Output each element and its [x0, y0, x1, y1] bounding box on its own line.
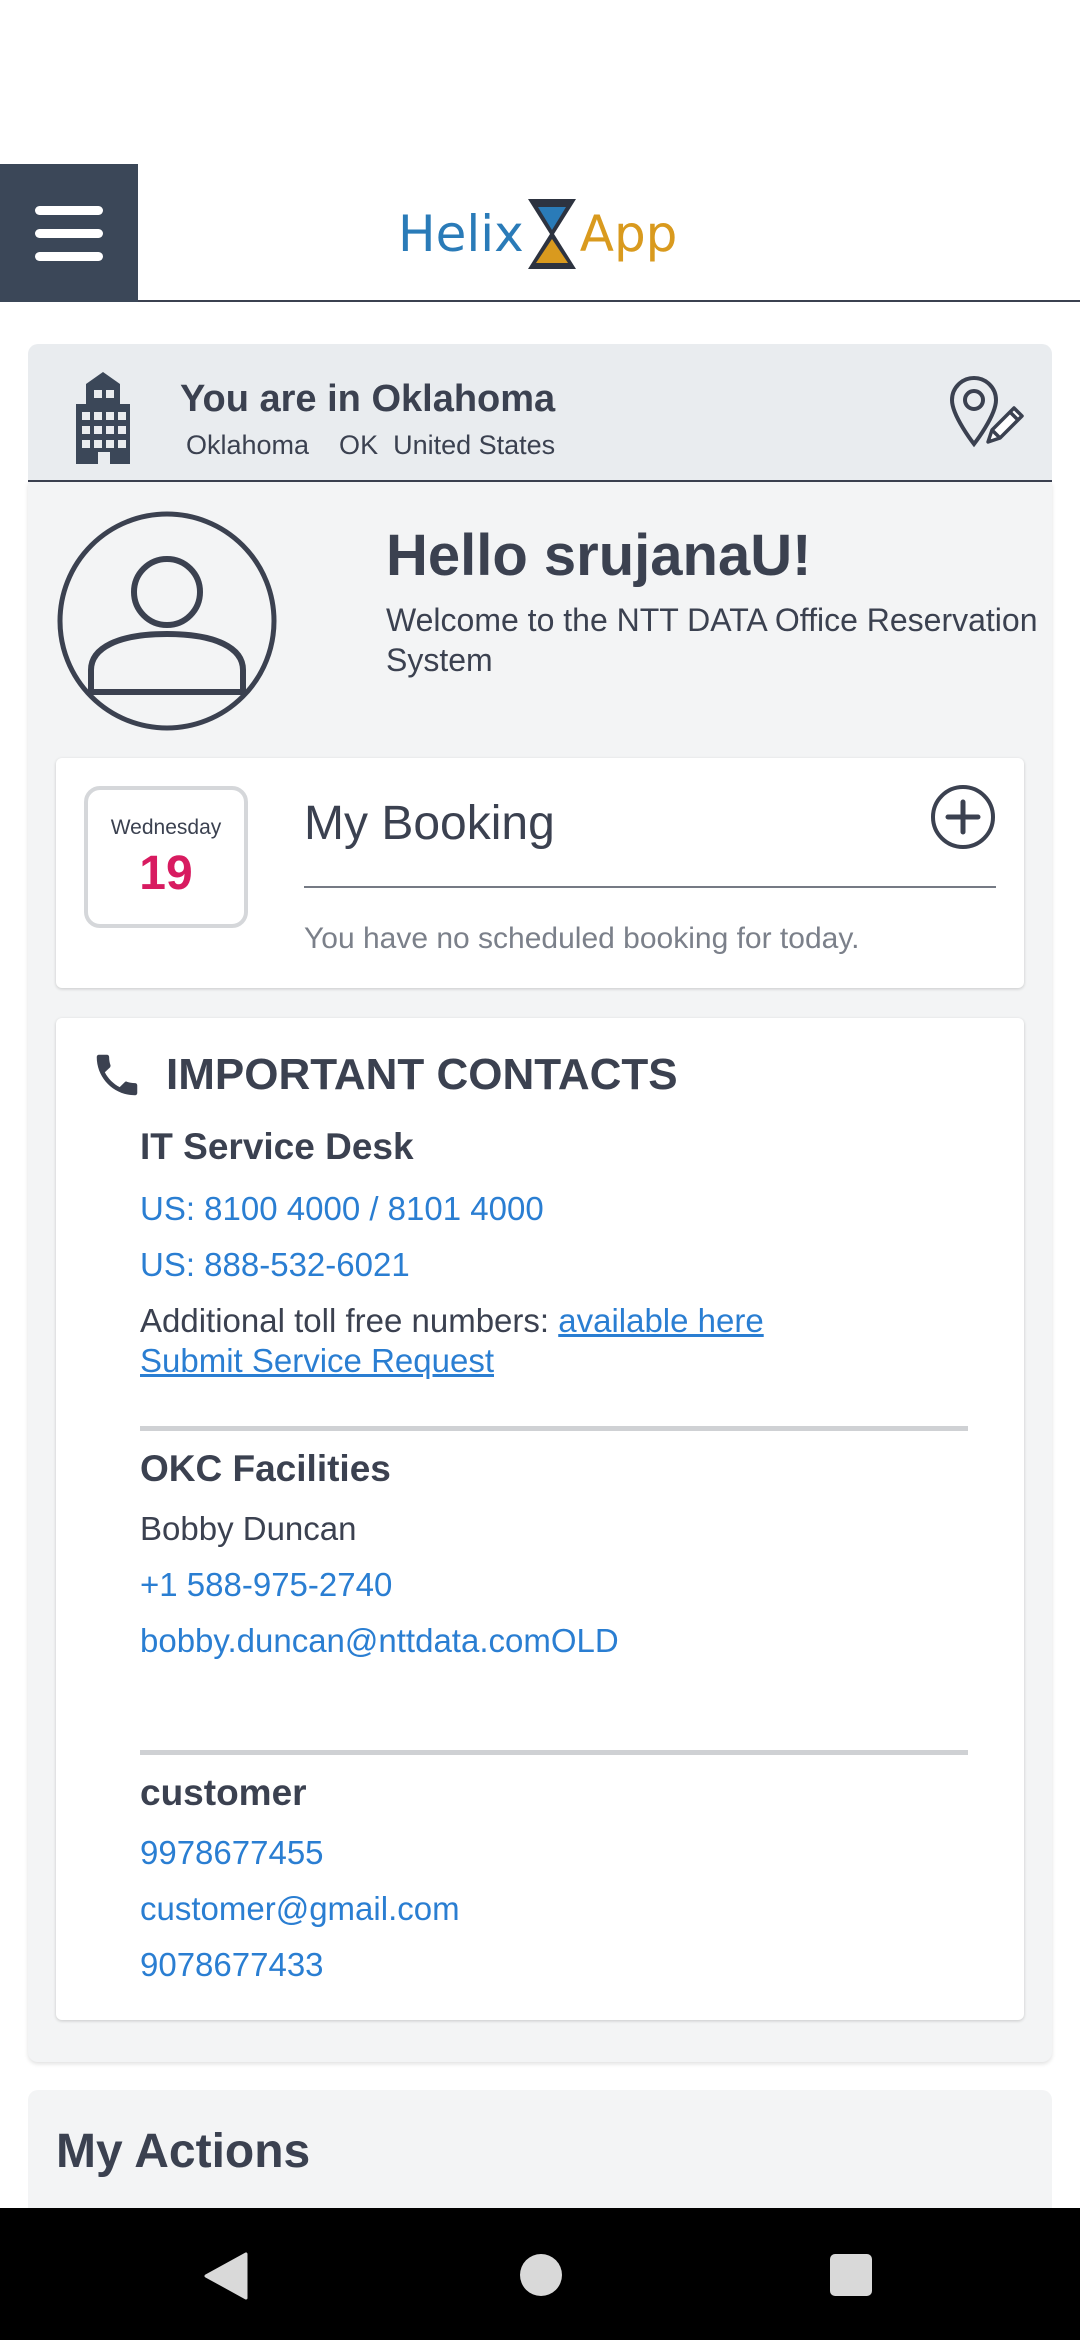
hamburger-menu-icon[interactable]: [0, 164, 138, 302]
it-service-desk-title: IT Service Desk: [140, 1126, 414, 1167]
location-edit-icon[interactable]: [948, 376, 1024, 448]
home-icon[interactable]: [520, 2254, 562, 2296]
important-contacts-card: IMPORTANT CONTACTS IT Service Desk US: 8…: [56, 1018, 1024, 2020]
section-divider: [140, 1750, 968, 1755]
my-actions-card: My Actions: [28, 2090, 1052, 2210]
welcome-message: Welcome to the NTT DATA Office Reservati…: [386, 602, 1038, 678]
customer-email-link[interactable]: customer@gmail.com: [140, 1890, 968, 1928]
menu-line: [35, 228, 103, 238]
section-divider: [140, 1426, 968, 1431]
add-booking-button[interactable]: [930, 784, 996, 850]
logo-helix-text: Helix: [398, 205, 524, 263]
location-bar: You are in Oklahoma Oklahoma OK United S…: [28, 344, 1052, 482]
it-phone-link-1[interactable]: US: 8100 4000 / 8101 4000: [140, 1190, 968, 1228]
menu-line: [35, 205, 103, 215]
customer-phone-link-1[interactable]: 9978677455: [140, 1834, 968, 1872]
location-title: You are in Oklahoma: [180, 378, 556, 420]
facilities-email-link[interactable]: bobby.duncan@nttdata.comOLD: [140, 1622, 968, 1660]
toll-free-label: Additional toll free numbers:: [140, 1302, 550, 1339]
facilities-contact-name: Bobby Duncan: [140, 1510, 357, 1547]
it-service-desk-section: IT Service Desk US: 8100 4000 / 8101 400…: [140, 1126, 968, 1380]
okc-facilities-title: OKC Facilities: [140, 1448, 391, 1489]
okc-facilities-section: OKC Facilities Bobby Duncan +1 588-975-2…: [140, 1448, 968, 1660]
location-subtitle: Oklahoma OK United States: [186, 430, 556, 460]
my-booking-title: My Booking: [304, 797, 555, 850]
greeting-heading: Hello srujanaU!: [386, 523, 812, 588]
system-navigation-bar: [0, 2208, 1080, 2340]
date-badge: Wednesday 19: [84, 786, 248, 928]
menu-line: [35, 251, 103, 261]
contacts-title: IMPORTANT CONTACTS: [166, 1050, 678, 1099]
it-phone-link-2[interactable]: US: 888-532-6021: [140, 1246, 968, 1284]
my-actions-title: My Actions: [56, 2125, 311, 2178]
hourglass-logo-icon: [527, 199, 576, 269]
app-header: Helix App: [0, 164, 1080, 302]
date-day-number: 19: [139, 847, 193, 900]
booking-divider: [304, 886, 996, 888]
date-day-name: Wednesday: [110, 816, 222, 839]
recent-apps-icon[interactable]: [830, 2254, 872, 2296]
main-card: Hello srujanaU! Welcome to the NTT DATA …: [28, 482, 1052, 2062]
toll-free-row: Additional toll free numbers: available …: [140, 1302, 968, 1340]
customer-section: customer 9978677455 customer@gmail.com 9…: [140, 1772, 968, 1984]
phone-icon: [96, 1054, 138, 1096]
contacts-header: IMPORTANT CONTACTS: [90, 1048, 678, 1102]
logo-app-text: App: [579, 205, 678, 263]
building-icon: [76, 372, 130, 464]
user-avatar-icon: [57, 511, 277, 731]
toll-free-link[interactable]: available here: [558, 1302, 763, 1339]
no-booking-message: You have no scheduled booking for today.: [304, 922, 860, 955]
customer-title: customer: [140, 1772, 307, 1813]
submit-service-request-link[interactable]: Submit Service Request: [140, 1342, 968, 1380]
back-icon[interactable]: [204, 2252, 248, 2300]
helixapp-logo[interactable]: Helix App: [398, 194, 677, 274]
my-booking-card: Wednesday 19 My Booking You have no sche…: [56, 758, 1024, 988]
customer-phone-link-2[interactable]: 9078677433: [140, 1946, 968, 1984]
facilities-phone-link[interactable]: +1 588-975-2740: [140, 1566, 968, 1604]
